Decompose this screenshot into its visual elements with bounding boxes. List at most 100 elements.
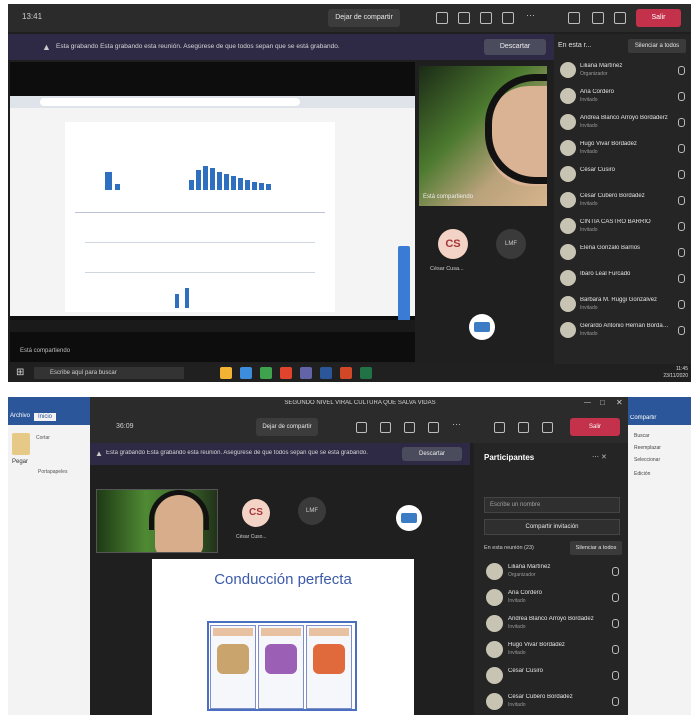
chart-bar — [224, 174, 229, 190]
share-tray-icon[interactable] — [614, 12, 626, 24]
cell-text — [310, 682, 350, 706]
microphone-icon[interactable] — [518, 422, 529, 433]
panel-section-header[interactable]: En esta r... — [558, 42, 618, 49]
edge-icon[interactable] — [240, 367, 252, 379]
recording-banner: ▲ Esta grabando Esta grabando esta reuni… — [90, 443, 470, 465]
people-icon[interactable] — [436, 12, 448, 24]
find-button[interactable]: Buscar — [634, 433, 690, 439]
panel-close-icon[interactable]: ⋯ ✕ — [592, 453, 607, 461]
dismiss-button[interactable]: Descartar — [484, 39, 546, 55]
participant-row[interactable]: Hugo Vivar Bordadez Invitado — [554, 138, 691, 160]
participant-row[interactable]: Andrea Blanco Arroyo Bordaderz Invitado — [554, 112, 691, 134]
leave-button[interactable]: Salir — [570, 418, 620, 436]
maximize-icon[interactable]: □ — [600, 398, 605, 407]
participant-name: Liliana Martínez — [580, 63, 623, 69]
microphone-icon — [678, 248, 685, 257]
people-icon[interactable] — [356, 422, 367, 433]
logo-avatar[interactable] — [469, 314, 495, 340]
microphone-icon[interactable] — [592, 12, 604, 24]
leave-button[interactable]: Salir — [636, 9, 681, 27]
participant-name: Elena Gonzalo Barrios — [580, 245, 641, 251]
file-explorer-icon[interactable] — [220, 367, 232, 379]
microphone-icon — [678, 92, 685, 101]
cell-header — [213, 628, 253, 636]
panel-title: Participantes — [484, 453, 535, 462]
app-icon[interactable] — [260, 367, 272, 379]
participant-row[interactable]: Liliana Martínez Organizador — [554, 60, 691, 82]
participant-name: César Cubero Bordadez — [508, 694, 573, 700]
dismiss-button[interactable]: Descartar — [402, 447, 462, 461]
participant-row[interactable]: César Cusiro — [474, 663, 628, 689]
participant-row[interactable]: César Cusiro — [554, 164, 691, 186]
participant-row[interactable]: Barbara M. Ruggi Gonzálvez Invitado — [554, 294, 691, 316]
windows-start-icon[interactable]: ⊞ — [16, 367, 28, 379]
more-options-icon[interactable]: ⋯ — [526, 10, 535, 21]
replace-button[interactable]: Reemplazar — [634, 445, 690, 451]
close-icon[interactable]: ✕ — [616, 398, 623, 407]
participant-row[interactable]: Ibaro Leal Furcado — [554, 268, 691, 290]
participant-row[interactable]: Andrea Blanco Arroyo Bordadez Invitado — [474, 611, 628, 637]
taskbar-clock[interactable]: 11:45 23/11/2020 — [654, 366, 688, 380]
chart-bar — [231, 176, 236, 190]
participant-row[interactable]: Ana Cordero Invitado — [474, 585, 628, 611]
share-tray-icon[interactable] — [542, 422, 553, 433]
rooms-icon[interactable] — [428, 422, 439, 433]
participant-row[interactable]: CINTIA CASTRO BARRIO Invitado — [554, 216, 691, 238]
participant-row[interactable]: Liliana Martínez Organizador — [474, 559, 628, 585]
chat-icon[interactable] — [458, 12, 470, 24]
select-button[interactable]: Seleccionar — [634, 457, 690, 463]
cut-button[interactable]: Cortar — [36, 435, 50, 441]
mute-all-button[interactable]: Silenciar a todos — [570, 541, 622, 555]
participant-name: Gerardo Antonio Hernán Bordadez — [580, 323, 672, 329]
microphone-icon — [612, 619, 619, 628]
participant-row[interactable]: Gerardo Antonio Hernán Bordadez Invitado — [554, 320, 691, 342]
participant-video[interactable] — [96, 489, 218, 553]
in-meeting-header[interactable]: En esta reunión (23) — [484, 545, 564, 551]
participant-row[interactable]: Hugo Vivar Bordadez Invitado — [474, 637, 628, 663]
participant-row[interactable]: César Cubero Bordadez Invitado — [474, 689, 628, 715]
logo-avatar[interactable] — [396, 505, 422, 531]
share-tab[interactable]: Compartir — [630, 415, 690, 421]
raise-hand-icon[interactable] — [404, 422, 415, 433]
more-options-icon[interactable]: ⋯ — [452, 419, 461, 430]
powerpoint-icon[interactable] — [340, 367, 352, 379]
participant-row[interactable]: Ana Cordero Invitado — [554, 86, 691, 108]
word-icon[interactable] — [320, 367, 332, 379]
chat-icon[interactable] — [380, 422, 391, 433]
participant-row[interactable]: César Cubero Bordadez Invitado — [554, 190, 691, 212]
tab-home[interactable]: Inicio — [34, 413, 57, 421]
clipboard-group-label: Portapapeles — [38, 469, 68, 475]
taskbar-search[interactable]: Escribe aquí para buscar — [34, 367, 184, 379]
participant-search-input[interactable]: Escribe un nombre — [484, 497, 620, 513]
avatar-lmf[interactable]: LMF — [496, 229, 526, 259]
participant-video[interactable]: Está compartiendo — [419, 66, 547, 206]
recording-banner: ▲ Esta grabando Esta grabando esta reuni… — [8, 34, 554, 60]
cell-header — [261, 628, 301, 636]
avatar-cs[interactable]: CS — [438, 229, 468, 259]
paste-icon[interactable] — [12, 433, 30, 455]
excel-icon[interactable] — [360, 367, 372, 379]
cell-header — [309, 628, 349, 636]
camera-icon[interactable] — [568, 12, 580, 24]
stop-sharing-button[interactable]: Dejar de compartir — [328, 9, 400, 27]
avatar-cs[interactable]: CS — [242, 499, 270, 527]
avatar — [560, 62, 576, 78]
screen-tools-sidebar[interactable] — [398, 246, 410, 326]
minimize-icon[interactable]: — — [584, 399, 591, 406]
camera-icon[interactable] — [494, 422, 505, 433]
teams-icon[interactable] — [300, 367, 312, 379]
share-invite-button[interactable]: Compartir invitación — [484, 519, 620, 535]
participant-name: CINTIA CASTRO BARRIO — [580, 219, 651, 225]
raise-hand-icon[interactable] — [480, 12, 492, 24]
tab-file[interactable]: Archivo — [10, 413, 30, 419]
avatar-lmf[interactable]: LMF — [298, 497, 326, 525]
chart-bar — [115, 184, 120, 190]
mute-all-button[interactable]: Silenciar a todos — [628, 39, 686, 53]
microphone-icon — [612, 593, 619, 602]
stop-sharing-button[interactable]: Dejar de compartir — [256, 418, 318, 436]
rooms-icon[interactable] — [502, 12, 514, 24]
app-icon[interactable] — [280, 367, 292, 379]
participant-row[interactable]: Elena Gonzalo Barrios — [554, 242, 691, 264]
cell-illustration — [313, 644, 345, 674]
participant-role: Invitado — [580, 227, 598, 233]
